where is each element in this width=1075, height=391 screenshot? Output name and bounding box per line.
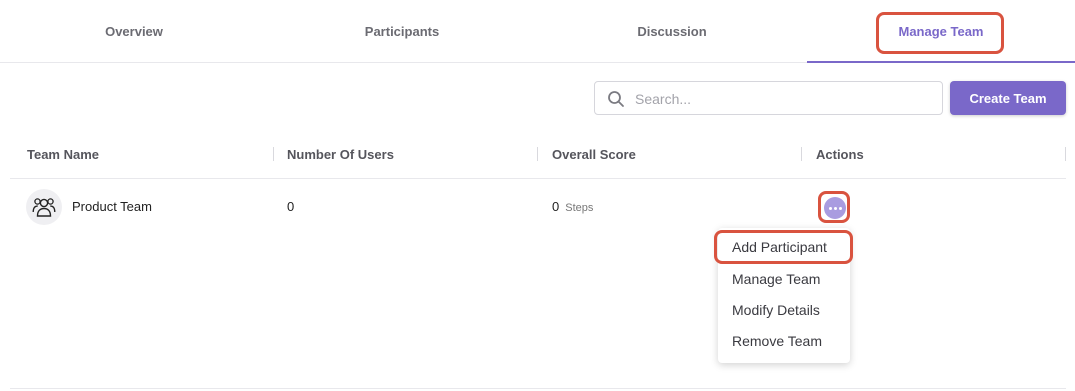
users-group-icon <box>32 198 56 217</box>
search-box <box>594 81 943 115</box>
column-separator <box>537 147 538 161</box>
column-separator <box>1065 147 1066 161</box>
column-header-overall-score[interactable]: Overall Score <box>552 130 636 178</box>
menu-item-add-participant[interactable]: Add Participant <box>732 235 827 259</box>
row-actions-button[interactable] <box>824 197 846 219</box>
actions-dropdown-menu: Add Participant Manage Team Modify Detai… <box>718 228 850 363</box>
table-header: Team Name Number Of Users Overall Score … <box>10 130 1066 179</box>
team-name-cell[interactable]: Product Team <box>72 199 152 214</box>
column-header-number-of-users[interactable]: Number Of Users <box>287 130 394 178</box>
search-icon <box>608 91 624 107</box>
tab-discussion[interactable]: Discussion <box>538 0 806 62</box>
menu-item-modify-details[interactable]: Modify Details <box>732 298 820 322</box>
score-value: 0 <box>552 199 560 214</box>
tab-manage-team[interactable]: Manage Team <box>807 0 1075 63</box>
create-team-button[interactable]: Create Team <box>950 81 1066 115</box>
more-horizontal-icon <box>838 206 842 210</box>
menu-item-remove-team[interactable]: Remove Team <box>732 329 822 353</box>
search-input[interactable] <box>633 83 937 115</box>
more-horizontal-icon <box>828 206 832 210</box>
tab-participants[interactable]: Participants <box>268 0 536 62</box>
column-header-team-name[interactable]: Team Name <box>27 130 99 178</box>
column-separator <box>273 147 274 161</box>
column-header-actions: Actions <box>816 146 864 162</box>
tab-overview[interactable]: Overview <box>0 0 268 62</box>
tab-bar: Overview Participants Discussion Manage … <box>0 0 1075 63</box>
overall-score-cell: 0 Steps <box>552 199 593 214</box>
team-avatar <box>26 189 62 225</box>
more-horizontal-icon <box>833 206 837 210</box>
number-of-users-cell: 0 <box>287 199 295 214</box>
table-bottom-divider <box>10 388 1066 389</box>
menu-item-manage-team[interactable]: Manage Team <box>732 267 820 291</box>
column-separator <box>801 147 802 161</box>
score-unit: Steps <box>565 202 594 214</box>
